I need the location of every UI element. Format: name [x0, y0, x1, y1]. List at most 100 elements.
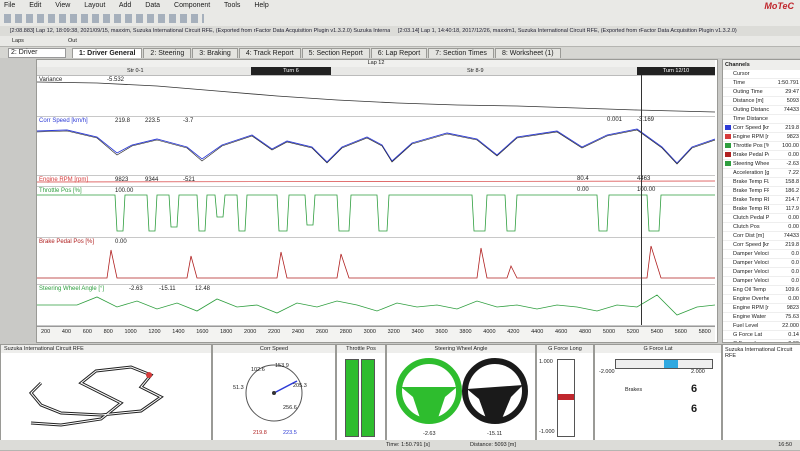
tab-braking[interactable]: 3: Braking	[192, 48, 238, 58]
channel-row[interactable]: Brake Temp RR 117.9	[723, 205, 800, 214]
toolbar-icons[interactable]	[4, 14, 204, 23]
channel-value: 0.0	[791, 260, 799, 266]
tab-lap-report[interactable]: 6: Lap Report	[370, 48, 428, 58]
brakes-label: Brakes	[625, 387, 643, 393]
channel-row[interactable]: Engine Water 75.63	[723, 313, 800, 322]
channel-name: Brake Temp RR	[733, 206, 769, 212]
throttle-bar-title: Throttle Pos	[337, 345, 385, 353]
channel-row[interactable]: Engine RPM [rpm] 9823	[723, 133, 800, 142]
channel-row[interactable]: Clutch Pos 0.00	[723, 223, 800, 232]
sector-right: Turn 12/10	[637, 67, 715, 75]
channel-value: 158.8	[785, 179, 799, 185]
channel-value: 214.7	[785, 197, 799, 203]
menu-help[interactable]: Help	[254, 2, 268, 9]
channel-row[interactable]: Corr Speed [km/h] 219.8	[723, 124, 800, 133]
x-tick: 1200	[148, 329, 161, 335]
channel-row[interactable]: Corr Dist [m] 74433	[723, 232, 800, 241]
menu-file[interactable]: File	[4, 2, 15, 9]
channel-engine-rpm[interactable]: Engine RPM [rpm] 9823 9344 -521	[37, 176, 715, 187]
channel-row[interactable]: Damper Velocity 0.0	[723, 277, 800, 286]
channel-row[interactable]: Time 1:50.791	[723, 79, 800, 88]
channel-swatch	[725, 161, 731, 167]
channel-value: 109.6	[785, 287, 799, 293]
channel-row[interactable]: Damper Velocity 0.0	[723, 259, 800, 268]
menu-edit[interactable]: Edit	[29, 2, 41, 9]
menu-layout[interactable]: Layout	[84, 2, 105, 9]
menu-view[interactable]: View	[55, 2, 70, 9]
sector-bar: Str 0-1 Turn 6 Str 8-9 Turn 12/10	[37, 67, 715, 76]
tab-worksheet[interactable]: 8: Worksheet (1)	[494, 48, 561, 58]
tab-bar: 2: Driver 1: Driver General 2: Steering 3:…	[0, 47, 800, 58]
channel-row[interactable]: Eng Oil Temp 109.6	[723, 286, 800, 295]
channel-brake[interactable]: Brake Pedal Pos [%] 0.00	[37, 238, 715, 285]
channel-name: Corr Speed [km/h]	[733, 125, 769, 131]
menu-add[interactable]: Add	[119, 2, 131, 9]
x-axis: 200 400 600 800 1000 1200 1400 1600 1800 2000 2200…	[37, 326, 715, 342]
channel-row[interactable]: Clutch Pedal Pos 0.00	[723, 214, 800, 223]
tab-steering[interactable]: 2: Steering	[143, 48, 192, 58]
glat-title: G Force Lat	[595, 345, 721, 353]
channel-row[interactable]: Time Distance Graph	[723, 115, 800, 124]
speed-gauge-panel: Corr Speed 51.3 102.6 153.9 205.3 256.6 …	[212, 344, 336, 442]
channel-row[interactable]: Corr Speed [km/h] 219.8	[723, 241, 800, 250]
cursor-val-7: 4463	[637, 176, 651, 182]
channel-row[interactable]: Damper Velocity 0.0	[723, 268, 800, 277]
channel-swatch	[725, 305, 731, 311]
driver-select[interactable]: 2: Driver	[8, 48, 66, 58]
channel-row[interactable]: Cursor	[723, 70, 800, 79]
cursor-line[interactable]	[641, 75, 642, 325]
channel-value: 0.00	[788, 215, 799, 221]
channel-row[interactable]: Acceleration [g] 7.22	[723, 169, 800, 178]
channel-row[interactable]: Engine Overheat 0.00	[723, 295, 800, 304]
track-title: Suzuka International Circuit RFE	[1, 345, 211, 353]
channel-row[interactable]: Distance [m] 5093	[723, 97, 800, 106]
menu-component[interactable]: Component	[174, 2, 210, 9]
tab-section-report[interactable]: 5: Section Report	[301, 48, 370, 58]
channel-row[interactable]: Outing Time 29:47	[723, 88, 800, 97]
rpm-v3: -521	[183, 177, 196, 183]
channel-throttle[interactable]: Throttle Pos [%] 100.00	[37, 187, 715, 238]
channel-row[interactable]: Throttle Pos [%] 100.00	[723, 142, 800, 151]
channel-value: 117.9	[785, 206, 799, 212]
channel-row[interactable]: Brake Temp RL 214.7	[723, 196, 800, 205]
channel-row[interactable]: Brake Pedal Pos [%] 0.00	[723, 151, 800, 160]
steer-v1: -2.63	[423, 431, 436, 437]
cursor-val-12: 0.00	[577, 187, 589, 193]
graph-panel[interactable]: Lap 12 Str 0-1 Turn 6 Str 8-9 Turn 12/10…	[36, 59, 718, 343]
laps-current[interactable]: Out	[68, 36, 77, 46]
channel-row[interactable]: Fuel Level 22.000	[723, 322, 800, 331]
channel-corr-speed[interactable]: Corr Speed [km/h] 219.8 223.5 -3.7	[37, 117, 715, 176]
tab-track-report[interactable]: 4: Track Report	[238, 48, 301, 58]
channel-name: Damper Velocity	[733, 269, 769, 275]
channel-swatch	[725, 278, 731, 284]
x-tick: 2400	[291, 329, 305, 335]
tab-driver-general[interactable]: 1: Driver General	[72, 48, 143, 58]
x-tick: 3200	[387, 329, 400, 335]
channel-value: 0.00	[788, 224, 799, 230]
channel-steering[interactable]: Steering Wheel Angle [°] -2.63 -15.11 12…	[37, 285, 715, 326]
menu-data[interactable]: Data	[145, 2, 160, 9]
x-tick: 4000	[483, 329, 496, 335]
gear-v2: 6	[691, 403, 698, 415]
menu-tools[interactable]: Tools	[224, 2, 240, 9]
channel-row[interactable]: G Force Long 0.00	[723, 340, 800, 342]
channel-row[interactable]: Steering Wheel -2.63	[723, 160, 800, 169]
channel-row[interactable]: Brake Temp FL 158.8	[723, 178, 800, 187]
track-map-panel[interactable]: Suzuka International Circuit RFE	[0, 344, 212, 442]
channel-row[interactable]: Damper Velocity 0.0	[723, 250, 800, 259]
channel-row[interactable]: G Force Lat 0.14	[723, 331, 800, 340]
channel-swatch	[725, 296, 731, 302]
laps-row: Laps Out	[0, 36, 800, 47]
channel-value: 0.00	[788, 340, 799, 342]
channel-row[interactable]: Engine RPM [rpm] 9823	[723, 304, 800, 313]
x-tick: 4400	[531, 329, 544, 335]
status-right: [2:03.14] Lap 1, 14:40:18, 2017/12/26, m…	[398, 28, 737, 34]
channel-row[interactable]: Outing Distance 74433	[723, 106, 800, 115]
channel-row[interactable]: Brake Temp FR 186.2	[723, 187, 800, 196]
channel-variance[interactable]: Variance -5.532	[37, 76, 715, 117]
brand-logo: MoTeC	[764, 1, 794, 11]
tab-section-times[interactable]: 7: Section Times	[428, 48, 494, 58]
channel-name: Fuel Level	[733, 323, 759, 329]
channel-name: Clutch Pedal Pos	[733, 215, 769, 221]
channel-swatch	[725, 152, 731, 158]
